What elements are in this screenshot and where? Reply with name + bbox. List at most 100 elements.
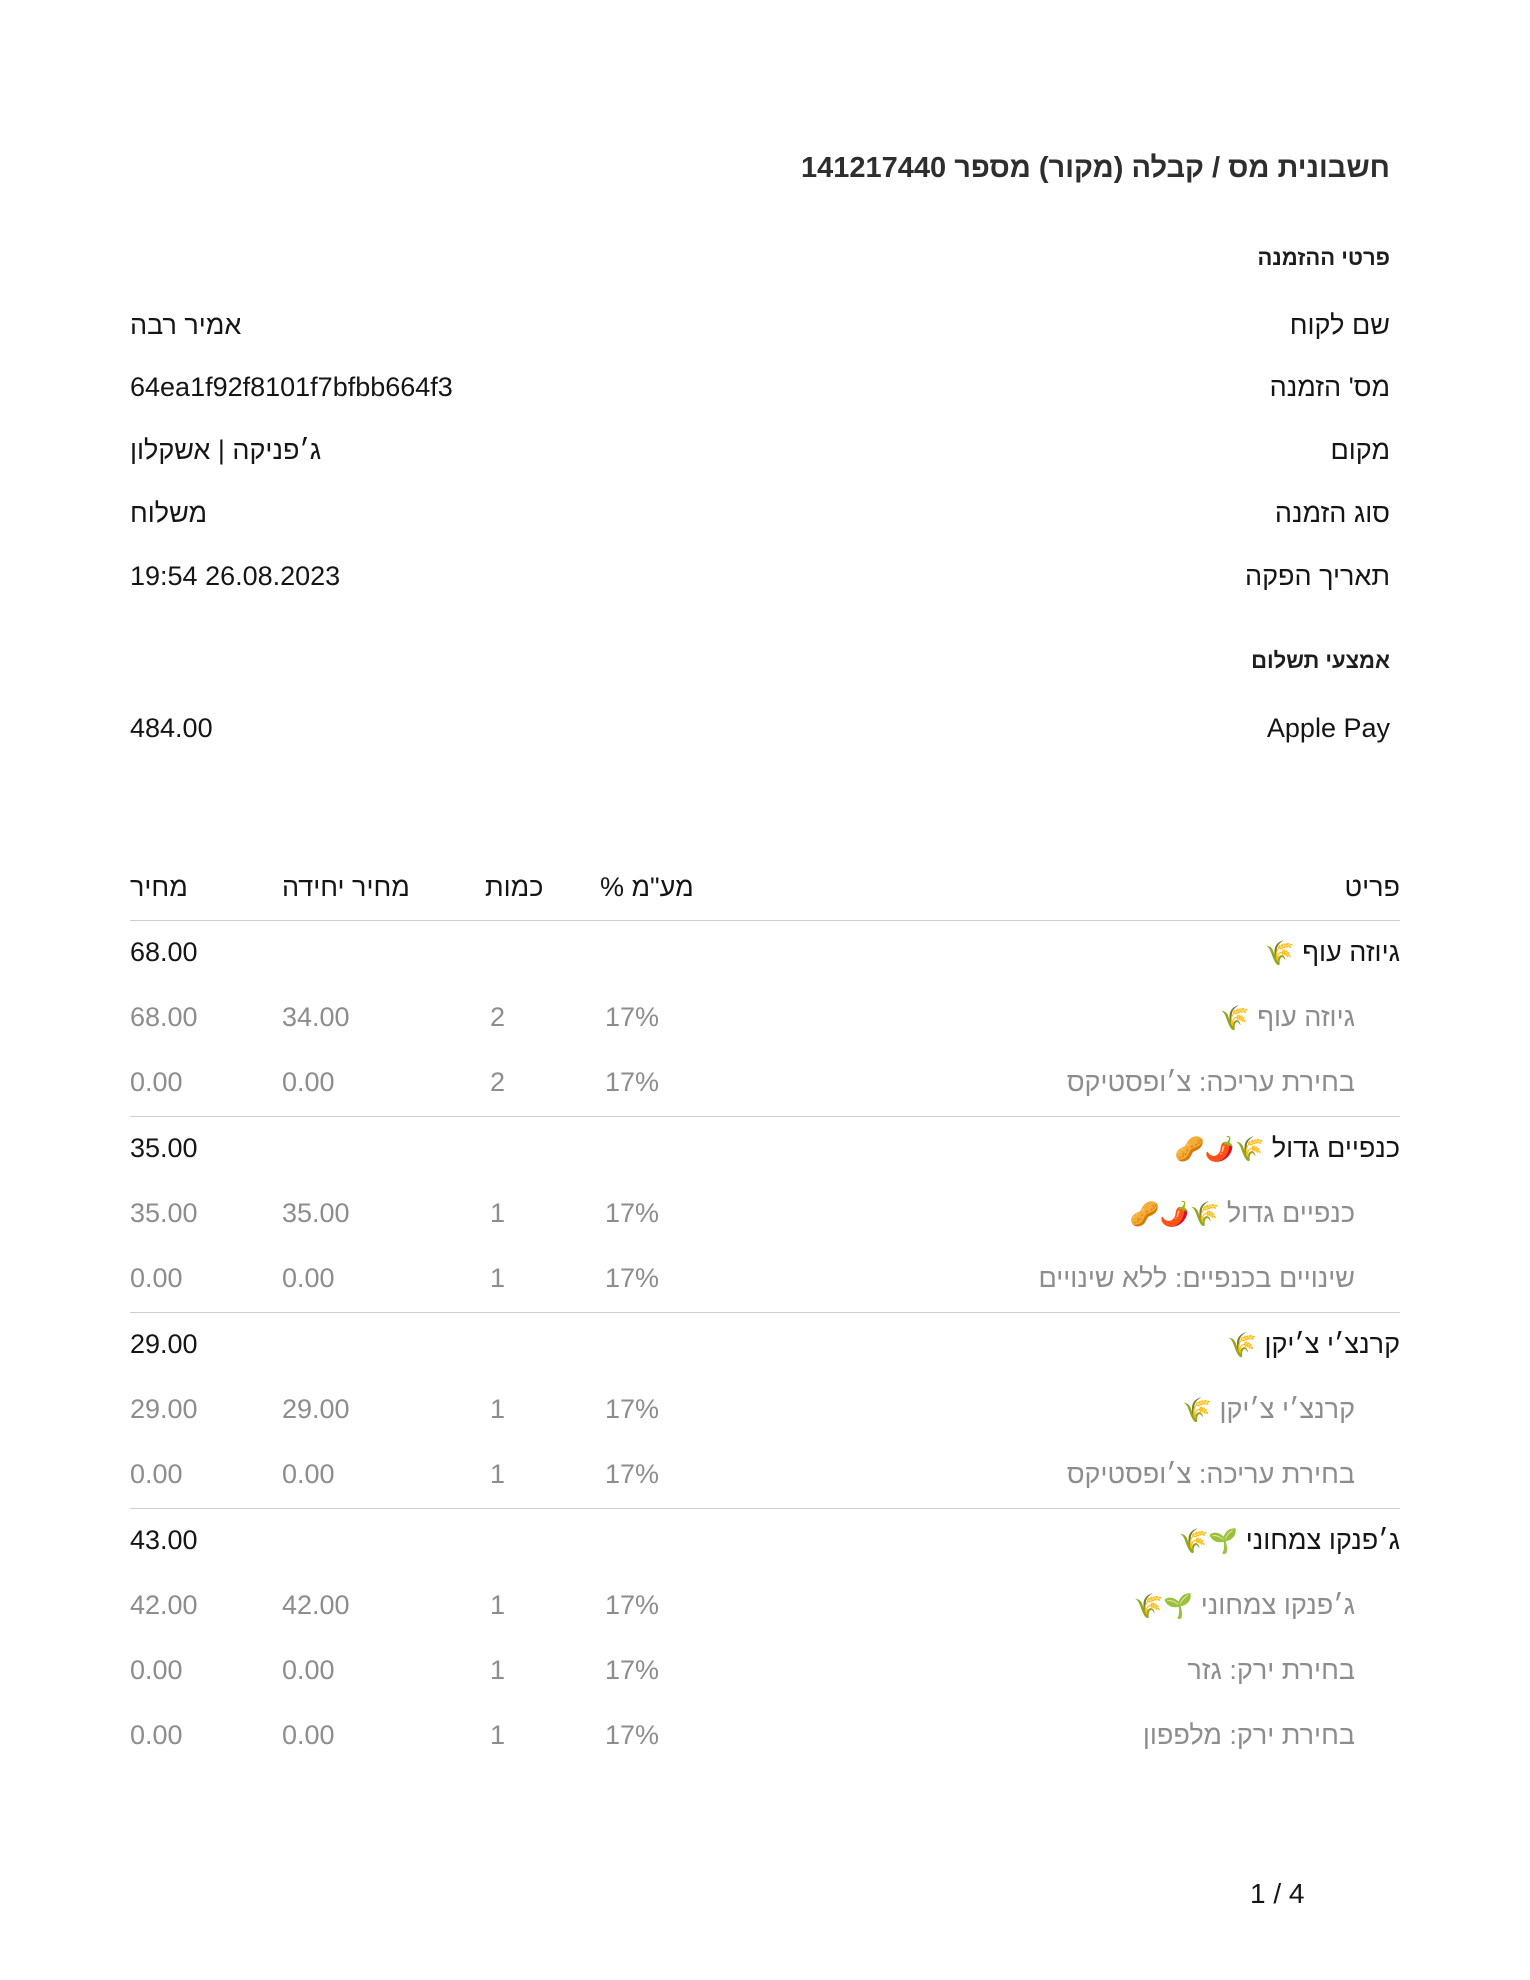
order-number-value: 64ea1f92f8101f7bfbb664f3 <box>130 372 453 402</box>
allergen-icons: 🌱🌾 <box>1133 1593 1194 1620</box>
header-vat: מע"מ % <box>600 872 694 902</box>
item-group-row: 29.00 קרנצ׳י צ׳יקן 🌾 <box>130 1313 1400 1378</box>
row-vat: 17% <box>605 1720 660 1750</box>
row-name: קרנצ׳י צ׳יקן <box>1219 1394 1355 1424</box>
page-indicator: 1 / 4 <box>1250 1878 1305 1909</box>
order-type-label: סוג הזמנה <box>1274 498 1390 528</box>
row-price: 35.00 <box>130 1198 198 1228</box>
customer-name-value: אמיר רבה <box>130 310 242 340</box>
order-details-heading: פרטי ההזמנה <box>1257 245 1390 270</box>
row-name-cell: ג׳פנקו צמחוני 🌱🌾 <box>1133 1590 1355 1621</box>
group-price: 43.00 <box>130 1525 198 1555</box>
row-name-cell: קרנצ׳י צ׳יקן 🌾 <box>1182 1394 1355 1425</box>
order-type-value: משלוח <box>130 498 208 528</box>
item-group: 68.00 גיוזה עוף 🌾 68.00 34.00 2 17% גיוזה עוף … <box>130 921 1400 1117</box>
location-value: ג׳פניקה | אשקלון <box>130 435 322 465</box>
items-table: מחיר מחיר יחידה כמות מע"מ % פריט 68.00 גי… <box>130 860 1400 1769</box>
row-name-cell: גיוזה עוף 🌾 <box>1220 1002 1355 1033</box>
row-name-cell: כנפיים גדול 🌾🌶️🥜 <box>1130 1198 1355 1229</box>
row-name: ג׳פנקו צמחוני <box>1200 1590 1355 1620</box>
row-unit-price: 0.00 <box>282 1720 335 1750</box>
group-price: 29.00 <box>130 1329 198 1359</box>
row-name-cell: בחירת ירק: מלפפון <box>1143 1720 1355 1751</box>
row-unit-price: 0.00 <box>282 1655 335 1685</box>
row-vat: 17% <box>605 1002 660 1032</box>
invoice-page: חשבונית מס / קבלה (מקור) מספר 141217440 … <box>0 0 1530 1980</box>
item-detail-row: 0.00 0.00 1 17% בחירת ירק: מלפפון <box>130 1704 1400 1769</box>
header-quantity: כמות <box>485 872 544 902</box>
payment-amount-value: 484.00 <box>130 713 213 743</box>
group-name-cell: גיוזה עוף 🌾 <box>1265 937 1400 968</box>
location-label: מקום <box>1330 435 1390 465</box>
payment-method-label: Apple Pay <box>1266 713 1390 743</box>
row-quantity: 1 <box>490 1720 506 1750</box>
item-group-row: 68.00 גיוזה עוף 🌾 <box>130 921 1400 986</box>
row-unit-price: 34.00 <box>282 1002 350 1032</box>
row-price: 42.00 <box>130 1590 198 1620</box>
row-name: בחירת עריכה: צ׳ופסטיקס <box>1066 1067 1355 1097</box>
row-unit-price: 29.00 <box>282 1394 350 1424</box>
item-detail-row: 68.00 34.00 2 17% גיוזה עוף 🌾 <box>130 986 1400 1051</box>
item-detail-row: 42.00 42.00 1 17% ג׳פנקו צמחוני 🌱🌾 <box>130 1574 1400 1639</box>
allergen-icons: 🌾 <box>1264 940 1295 967</box>
item-detail-row: 0.00 0.00 1 17% שינויים בכנפיים: ללא שינויים <box>130 1247 1400 1312</box>
row-quantity: 1 <box>490 1590 506 1620</box>
item-detail-row: 0.00 0.00 2 17% בחירת עריכה: צ׳ופסטיקס <box>130 1051 1400 1116</box>
row-name: בחירת עריכה: צ׳ופסטיקס <box>1066 1459 1355 1489</box>
group-name: כנפיים גדול <box>1271 1133 1400 1163</box>
row-price: 68.00 <box>130 1002 198 1032</box>
group-name: קרנצ׳י צ׳יקן <box>1264 1329 1400 1359</box>
row-vat: 17% <box>605 1067 660 1097</box>
allergen-icons: 🌱🌾 <box>1178 1528 1239 1555</box>
row-vat: 17% <box>605 1394 660 1424</box>
row-unit-price: 0.00 <box>282 1067 335 1097</box>
item-group: 43.00 ג׳פנקו צמחוני 🌱🌾 42.00 42.00 1 17% ג׳פנק… <box>130 1509 1400 1769</box>
items-table-body: 68.00 גיוזה עוף 🌾 68.00 34.00 2 17% גיוזה עוף … <box>130 921 1400 1769</box>
row-vat: 17% <box>605 1459 660 1489</box>
row-vat: 17% <box>605 1263 660 1293</box>
allergen-icons: 🌾 <box>1182 1397 1212 1424</box>
header-unit-price: מחיר יחידה <box>282 872 410 902</box>
row-unit-price: 0.00 <box>282 1459 335 1489</box>
row-quantity: 2 <box>490 1002 506 1032</box>
row-price: 29.00 <box>130 1394 198 1424</box>
row-vat: 17% <box>605 1655 660 1685</box>
row-name: גיוזה עוף <box>1257 1002 1355 1032</box>
item-detail-row: 29.00 29.00 1 17% קרנצ׳י צ׳יקן 🌾 <box>130 1378 1400 1443</box>
issue-date-label: תאריך הפקה <box>1244 561 1390 591</box>
row-unit-price: 42.00 <box>282 1590 350 1620</box>
item-group-row: 43.00 ג׳פנקו צמחוני 🌱🌾 <box>130 1509 1400 1574</box>
payment-heading: אמצעי תשלום <box>1251 648 1390 673</box>
row-unit-price: 0.00 <box>282 1263 335 1293</box>
group-price: 35.00 <box>130 1133 198 1163</box>
row-price: 0.00 <box>130 1720 183 1750</box>
row-price: 0.00 <box>130 1067 183 1097</box>
allergen-icons: 🌾 <box>1219 1005 1250 1032</box>
row-name: בחירת ירק: גזר <box>1187 1655 1355 1685</box>
row-price: 0.00 <box>130 1459 183 1489</box>
item-detail-row: 35.00 35.00 1 17% כנפיים גדול 🌾🌶️🥜 <box>130 1182 1400 1247</box>
group-name-cell: ג׳פנקו צמחוני 🌱🌾 <box>1178 1525 1400 1556</box>
item-group-row: 35.00 כנפיים גדול 🌾🌶️🥜 <box>130 1117 1400 1182</box>
row-name: בחירת ירק: מלפפון <box>1142 1720 1355 1750</box>
items-table-header: מחיר מחיר יחידה כמות מע"מ % פריט <box>130 860 1400 921</box>
header-price: מחיר <box>130 872 188 902</box>
row-unit-price: 35.00 <box>282 1198 350 1228</box>
customer-name-label: שם לקוח <box>1289 310 1390 340</box>
allergen-icons: 🌾🌶️🥜 <box>1174 1136 1265 1163</box>
row-quantity: 2 <box>490 1067 506 1097</box>
group-price: 68.00 <box>130 937 198 967</box>
item-group: 29.00 קרנצ׳י צ׳יקן 🌾 29.00 29.00 1 17% קרנצ׳י … <box>130 1313 1400 1509</box>
row-quantity: 1 <box>490 1394 506 1424</box>
group-name: ג׳פנקו צמחוני <box>1245 1525 1400 1555</box>
row-name-cell: בחירת ירק: גזר <box>1187 1655 1355 1686</box>
issue-date-value: 19:54 26.08.2023 <box>130 561 341 591</box>
item-group: 35.00 כנפיים גדול 🌾🌶️🥜 35.00 35.00 1 17% כנפיי… <box>130 1117 1400 1313</box>
row-quantity: 1 <box>490 1459 506 1489</box>
item-detail-row: 0.00 0.00 1 17% בחירת ירק: גזר <box>130 1639 1400 1704</box>
row-quantity: 1 <box>490 1263 506 1293</box>
header-item: פריט <box>1344 872 1400 902</box>
group-name-cell: כנפיים גדול 🌾🌶️🥜 <box>1175 1133 1400 1164</box>
group-name: גיוזה עוף <box>1302 937 1400 967</box>
row-name-cell: שינויים בכנפיים: ללא שינויים <box>1039 1263 1356 1294</box>
